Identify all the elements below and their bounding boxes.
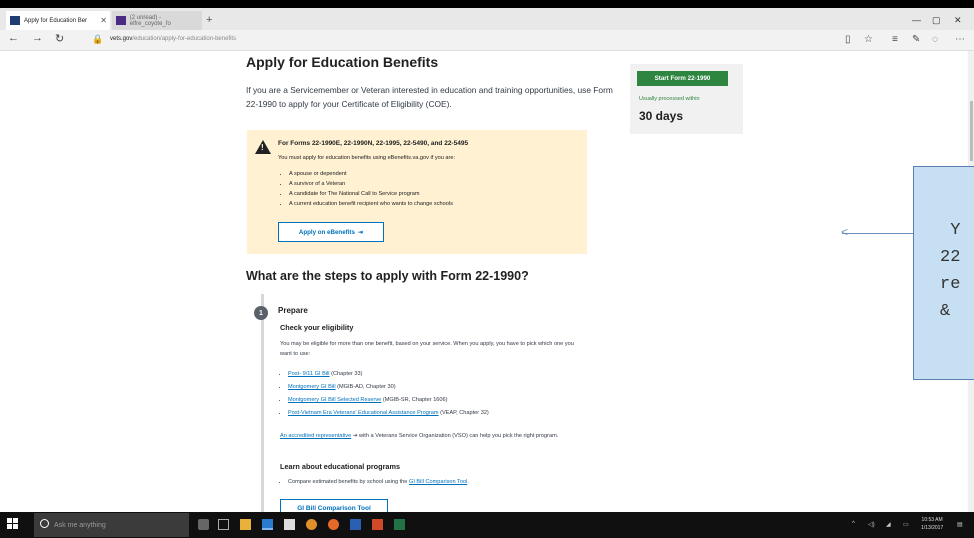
tab-label: (2 unread) - elfre_coyote_fo [129, 14, 171, 27]
list-item: Post- 9/11 GI Bill (Chapter 33) [288, 368, 489, 381]
steps-heading: What are the steps to apply with Form 22… [246, 269, 529, 283]
forward-icon[interactable]: → [32, 32, 43, 44]
file-explorer-icon[interactable] [240, 519, 251, 530]
new-tab-button[interactable]: + [206, 14, 212, 26]
url-field[interactable]: vets.gov/education/apply-for-education-b… [110, 36, 236, 42]
callout-arrow-head: < [841, 225, 849, 239]
edge-icon[interactable] [262, 519, 273, 530]
callout-arrow-line [842, 233, 914, 234]
alert-heading: For Forms 22-1990E, 22-1990N, 22-1995, 2… [278, 140, 469, 147]
list-item: A survivor of a Veteran [289, 179, 453, 189]
windows-start-icon[interactable] [7, 518, 18, 529]
page-title: Apply for Education Benefits [246, 54, 439, 70]
list-item: A candidate for The National Call to Ser… [289, 189, 453, 199]
processing-days: 30 days [639, 109, 684, 123]
step-title: Prepare [278, 306, 308, 315]
share-icon[interactable]: ◌ [932, 34, 938, 45]
list-item: Montgomery GI Bill Selected Reserve (MGI… [288, 394, 489, 407]
page-content: Apply for Education Benefits If you are … [0, 51, 974, 512]
address-bar: ← → ↻ 🔒 vets.gov/education/apply-for-edu… [0, 30, 974, 51]
external-link-icon: ⇥ [357, 228, 364, 236]
reading-view-icon[interactable]: ▯ [845, 34, 851, 45]
tray-chevron-icon[interactable]: ^ [852, 521, 855, 527]
maximize-icon[interactable]: ▢ [932, 15, 941, 26]
search-icon [40, 519, 49, 528]
list-item: Montgomery GI Bill (MGIB-AD, Chapter 30) [288, 381, 489, 394]
alert-list: A spouse or dependent A survivor of a Ve… [285, 169, 453, 209]
favorite-star-icon[interactable]: ☆ [864, 34, 873, 45]
browser-tab-bar: Apply for Education Ber ✕ (2 unread) - e… [0, 8, 974, 30]
powerpoint-icon[interactable] [372, 519, 383, 530]
minimize-icon[interactable]: — [912, 15, 921, 25]
annotation-callout: Y 22 re & [913, 166, 974, 380]
more-icon[interactable]: ⋯ [955, 34, 965, 45]
list-item: Post-Vietnam Era Veterans' Educational A… [288, 407, 489, 420]
gi-bill-comparison-button[interactable]: GI Bill Comparison Tool [280, 499, 388, 512]
taskbar-clock[interactable]: 10:53 AM 1/13/2017 [921, 516, 943, 532]
processed-label: Usually processed within [639, 96, 700, 102]
scroll-thumb[interactable] [970, 101, 973, 161]
eligibility-heading: Check your eligibility [280, 323, 354, 332]
close-icon[interactable]: ✕ [100, 16, 107, 25]
mgib-link[interactable]: Montgomery GI Bill [288, 384, 336, 390]
web-note-icon[interactable]: ✎ [912, 34, 920, 45]
microphone-icon[interactable] [198, 519, 209, 530]
representative-text: An accredited representative ⇥ with a Ve… [280, 433, 559, 439]
tab-label: Apply for Education Ber [24, 17, 88, 24]
list-item: A spouse or dependent [289, 169, 453, 179]
notifications-icon[interactable]: ▤ [957, 521, 963, 528]
step-number-badge: 1 [254, 306, 268, 320]
warning-alert: ! For Forms 22-1990E, 22-1990N, 22-1995,… [247, 130, 587, 254]
windows-taskbar: Ask me anything ^ ◁) ◢ ▭ 10:53 AM 1/13/2… [0, 512, 974, 538]
back-icon[interactable]: ← [8, 32, 19, 44]
apply-ebenefits-button[interactable]: Apply on eBenefits ⇥ [278, 222, 384, 242]
eligibility-text: You may be eligible for more than one be… [280, 341, 574, 357]
compare-list: Compare estimated benefits by school usi… [284, 479, 469, 485]
post-911-link[interactable]: Post- 9/11 GI Bill [288, 371, 330, 377]
benefits-list: Post- 9/11 GI Bill (Chapter 33) Montgome… [284, 368, 489, 420]
word-icon[interactable] [350, 519, 361, 530]
mail-icon [116, 16, 126, 25]
intro-text: If you are a Servicemember or Veteran in… [246, 85, 613, 109]
excel-icon[interactable] [394, 519, 405, 530]
gi-bill-tool-link[interactable]: GI Bill Comparison Tool [409, 479, 467, 485]
cortana-search-box[interactable]: Ask me anything [34, 513, 189, 537]
volume-icon[interactable]: ◁) [868, 521, 875, 528]
task-view-icon[interactable] [218, 519, 229, 530]
top-edge [0, 0, 974, 8]
keyboard-icon[interactable]: ▭ [903, 521, 909, 528]
step-progress-line [261, 294, 264, 512]
alert-text: You must apply for education benefits us… [278, 155, 456, 161]
list-item: A current education benefit recipient wh… [289, 199, 453, 209]
mgib-sr-link[interactable]: Montgomery GI Bill Selected Reserve [288, 397, 381, 403]
window-close-icon[interactable]: ✕ [954, 15, 962, 26]
tab-mail[interactable]: (2 unread) - elfre_coyote_fo [112, 11, 202, 30]
network-icon[interactable]: ◢ [886, 521, 891, 528]
start-form-box: Start Form 22-1990 Usually processed wit… [630, 64, 743, 134]
start-form-button[interactable]: Start Form 22-1990 [637, 71, 728, 86]
va-favicon-icon [10, 16, 20, 25]
warning-icon: ! [255, 140, 271, 154]
hub-icon[interactable]: ≡ [892, 34, 898, 45]
veap-link[interactable]: Post-Vietnam Era Veterans' Educational A… [288, 410, 439, 416]
learn-heading: Learn about educational programs [280, 462, 401, 471]
lock-icon: 🔒 [92, 34, 104, 44]
callout-text: Y 22 re & [940, 221, 961, 321]
tab-apply-education[interactable]: Apply for Education Ber ✕ [6, 11, 110, 30]
chrome-icon[interactable] [306, 519, 317, 530]
list-item: Compare estimated benefits by school usi… [288, 479, 469, 485]
store-icon[interactable] [284, 519, 295, 530]
firefox-icon[interactable] [328, 519, 339, 530]
representative-link[interactable]: An accredited representative [280, 433, 351, 439]
refresh-icon[interactable]: ↻ [55, 32, 64, 45]
